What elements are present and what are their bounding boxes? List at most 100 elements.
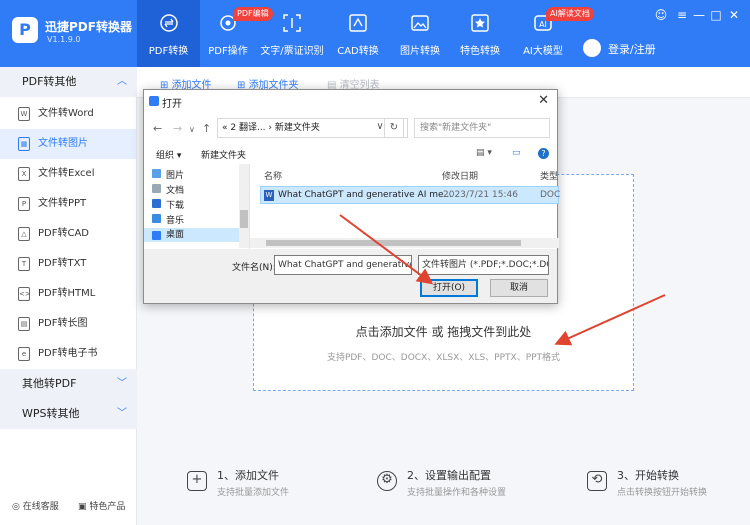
sidebar-group-pdf-to-other[interactable]: PDF转其他 ︿ bbox=[0, 67, 137, 97]
sidebar-item-label: 文件转Word bbox=[38, 108, 94, 119]
maximize-icon[interactable]: □ bbox=[709, 8, 723, 22]
tree-item-label: 桌面 bbox=[166, 230, 185, 240]
sidebar-item-label: 文件转Excel bbox=[38, 168, 95, 179]
sidebar-item-to-word[interactable]: W 文件转Word bbox=[0, 99, 136, 129]
search-input[interactable]: 搜索"新建文件夹" bbox=[414, 118, 550, 138]
featured-products-link[interactable]: ▣ 特色产品 bbox=[78, 499, 125, 512]
txt-icon: T bbox=[18, 257, 30, 271]
dialog-footer: 文件名(N): What ChatGPT and generative 文件转图… bbox=[144, 249, 557, 303]
tab-label: 特色转换 bbox=[460, 46, 500, 57]
tab-pdf-convert[interactable]: PDF转换 bbox=[137, 0, 200, 67]
view-options-icon[interactable]: ▤ ▾ bbox=[476, 148, 492, 158]
column-type[interactable]: 类型 bbox=[540, 169, 558, 182]
minimize-icon[interactable]: — bbox=[692, 8, 706, 22]
picture-icon: ▦ bbox=[18, 137, 30, 151]
chevron-up-icon: ︿ bbox=[117, 76, 127, 87]
cancel-button[interactable]: 取消 bbox=[490, 279, 548, 297]
ebook-icon: e bbox=[18, 347, 30, 361]
tab-ocr[interactable]: 文字/票证识别 bbox=[256, 0, 328, 67]
back-arrow-icon[interactable]: ← bbox=[153, 122, 162, 135]
music-note-icon bbox=[152, 214, 161, 223]
online-service-link[interactable]: ◎ 在线客服 bbox=[12, 499, 59, 512]
app-name: 迅捷PDF转换器 bbox=[45, 20, 132, 34]
sidebar-item-to-cad[interactable]: △ PDF转CAD bbox=[0, 219, 136, 249]
pictures-folder-icon bbox=[152, 169, 161, 178]
sidebar-item-to-ebook[interactable]: e PDF转电子书 bbox=[0, 339, 136, 369]
sidebar-item-label: PDF转电子书 bbox=[38, 348, 98, 359]
sidebar-item-label: PDF转HTML bbox=[38, 288, 96, 299]
up-arrow-icon[interactable]: ↑ bbox=[202, 122, 211, 135]
plus-icon: + bbox=[187, 471, 207, 491]
product-icon: ▣ bbox=[78, 502, 90, 512]
headset-icon: ◎ bbox=[12, 502, 23, 512]
filetype-select[interactable]: 文件转图片 (*.PDF;*.DOC;*.DC bbox=[418, 255, 549, 275]
tab-cad-convert[interactable]: CAD转换 bbox=[333, 0, 383, 67]
cad-file-icon: △ bbox=[18, 227, 30, 241]
sidebar-item-to-excel[interactable]: X 文件转Excel bbox=[0, 159, 136, 189]
scroll-thumb[interactable] bbox=[240, 210, 248, 228]
sidebar-item-to-image[interactable]: ▦ 文件转图片 bbox=[0, 129, 136, 159]
tab-label: AI大模型 bbox=[523, 46, 563, 57]
app-logo: P bbox=[12, 17, 38, 43]
file-row[interactable]: W What ChatGPT and generative AI me... 2… bbox=[260, 186, 561, 204]
file-list-scrollbar[interactable] bbox=[250, 238, 559, 248]
ppt-icon: P bbox=[18, 197, 30, 211]
tab-image-convert[interactable]: 图片转换 bbox=[395, 0, 445, 67]
tree-item-downloads[interactable]: 下载 bbox=[152, 198, 184, 211]
avatar[interactable] bbox=[583, 39, 601, 57]
navigation-tree: 图片 文档 下载 音乐 桌面 bbox=[144, 164, 250, 249]
documents-folder-icon bbox=[152, 184, 161, 193]
top-nav: P 迅捷PDF转换器 V1.1.9.0 PDF转换 PDF操作 PDF编辑 文字… bbox=[0, 0, 750, 67]
step-title: 2、设置输出配置 bbox=[407, 469, 491, 482]
tree-item-pictures[interactable]: 图片 bbox=[152, 168, 184, 181]
open-button[interactable]: 打开(O) bbox=[420, 279, 478, 297]
app-version: V1.1.9.0 bbox=[47, 35, 81, 44]
skin-icon[interactable]: ☺ bbox=[654, 8, 668, 22]
filename-label: 文件名(N): bbox=[232, 263, 276, 273]
tab-label: PDF操作 bbox=[208, 46, 248, 57]
menu-icon[interactable]: ≡ bbox=[675, 8, 689, 22]
close-icon[interactable]: ✕ bbox=[727, 8, 741, 22]
column-name[interactable]: 名称 bbox=[264, 169, 282, 182]
sidebar-group-wps-to-other[interactable]: WPS转其他 ﹀ bbox=[0, 399, 137, 429]
scroll-thumb[interactable] bbox=[266, 240, 521, 246]
filename-input[interactable]: What ChatGPT and generative bbox=[274, 255, 412, 275]
refresh-icon[interactable]: ↻ bbox=[384, 118, 404, 138]
tree-scrollbar[interactable] bbox=[239, 164, 249, 248]
tree-item-documents[interactable]: 文档 bbox=[152, 183, 184, 196]
app-window: P 迅捷PDF转换器 V1.1.9.0 PDF转换 PDF操作 PDF编辑 文字… bbox=[0, 0, 750, 525]
ai-doc-badge: AI解读文档 bbox=[546, 7, 594, 21]
sidebar-group-other-to-pdf[interactable]: 其他转PDF ﹀ bbox=[0, 369, 137, 399]
convert-star-icon: ⟲ bbox=[587, 471, 607, 491]
sidebar-item-to-html[interactable]: <> PDF转HTML bbox=[0, 279, 136, 309]
help-icon[interactable]: ? bbox=[538, 148, 549, 159]
sidebar-item-to-ppt[interactable]: P 文件转PPT bbox=[0, 189, 136, 219]
group-label: PDF转其他 bbox=[22, 75, 77, 88]
word-file-icon: W bbox=[264, 190, 274, 201]
sidebar-item-label: 文件转图片 bbox=[38, 138, 88, 149]
file-type: DOC bbox=[540, 190, 561, 200]
footer-label: 特色产品 bbox=[89, 502, 126, 512]
tab-special-convert[interactable]: 特色转换 bbox=[455, 0, 505, 67]
sidebar-item-to-txt[interactable]: T PDF转TXT bbox=[0, 249, 136, 279]
cad-icon bbox=[349, 14, 367, 32]
forward-arrow-icon[interactable]: → bbox=[173, 122, 182, 135]
group-label: 其他转PDF bbox=[22, 377, 77, 390]
sidebar-item-to-long-image[interactable]: ▤ PDF转长图 bbox=[0, 309, 136, 339]
chevron-down-icon[interactable]: ∨ bbox=[189, 125, 195, 134]
tree-item-desktop[interactable]: 桌面 bbox=[144, 228, 239, 242]
preview-pane-icon[interactable]: ▭ bbox=[512, 148, 521, 158]
close-icon[interactable]: ✕ bbox=[538, 93, 549, 108]
login-link[interactable]: 登录/注册 bbox=[608, 41, 656, 57]
organize-menu[interactable]: 组织 ▾ bbox=[156, 148, 181, 161]
svg-text:AI: AI bbox=[539, 20, 547, 29]
star-icon bbox=[471, 14, 489, 32]
new-folder-button[interactable]: 新建文件夹 bbox=[201, 148, 246, 161]
column-modified[interactable]: 修改日期 bbox=[442, 169, 478, 182]
footer-label: 在线客服 bbox=[22, 502, 59, 512]
tab-label: 图片转换 bbox=[400, 46, 440, 57]
tree-item-music[interactable]: 音乐 bbox=[152, 213, 184, 226]
html-icon: <> bbox=[18, 287, 31, 301]
step-desc: 点击转换按钮开始转换 bbox=[617, 488, 708, 498]
supported-formats: 支持PDF、DOC、DOCX、XLSX、XLS、PPTX、PPT格式 bbox=[326, 353, 561, 363]
